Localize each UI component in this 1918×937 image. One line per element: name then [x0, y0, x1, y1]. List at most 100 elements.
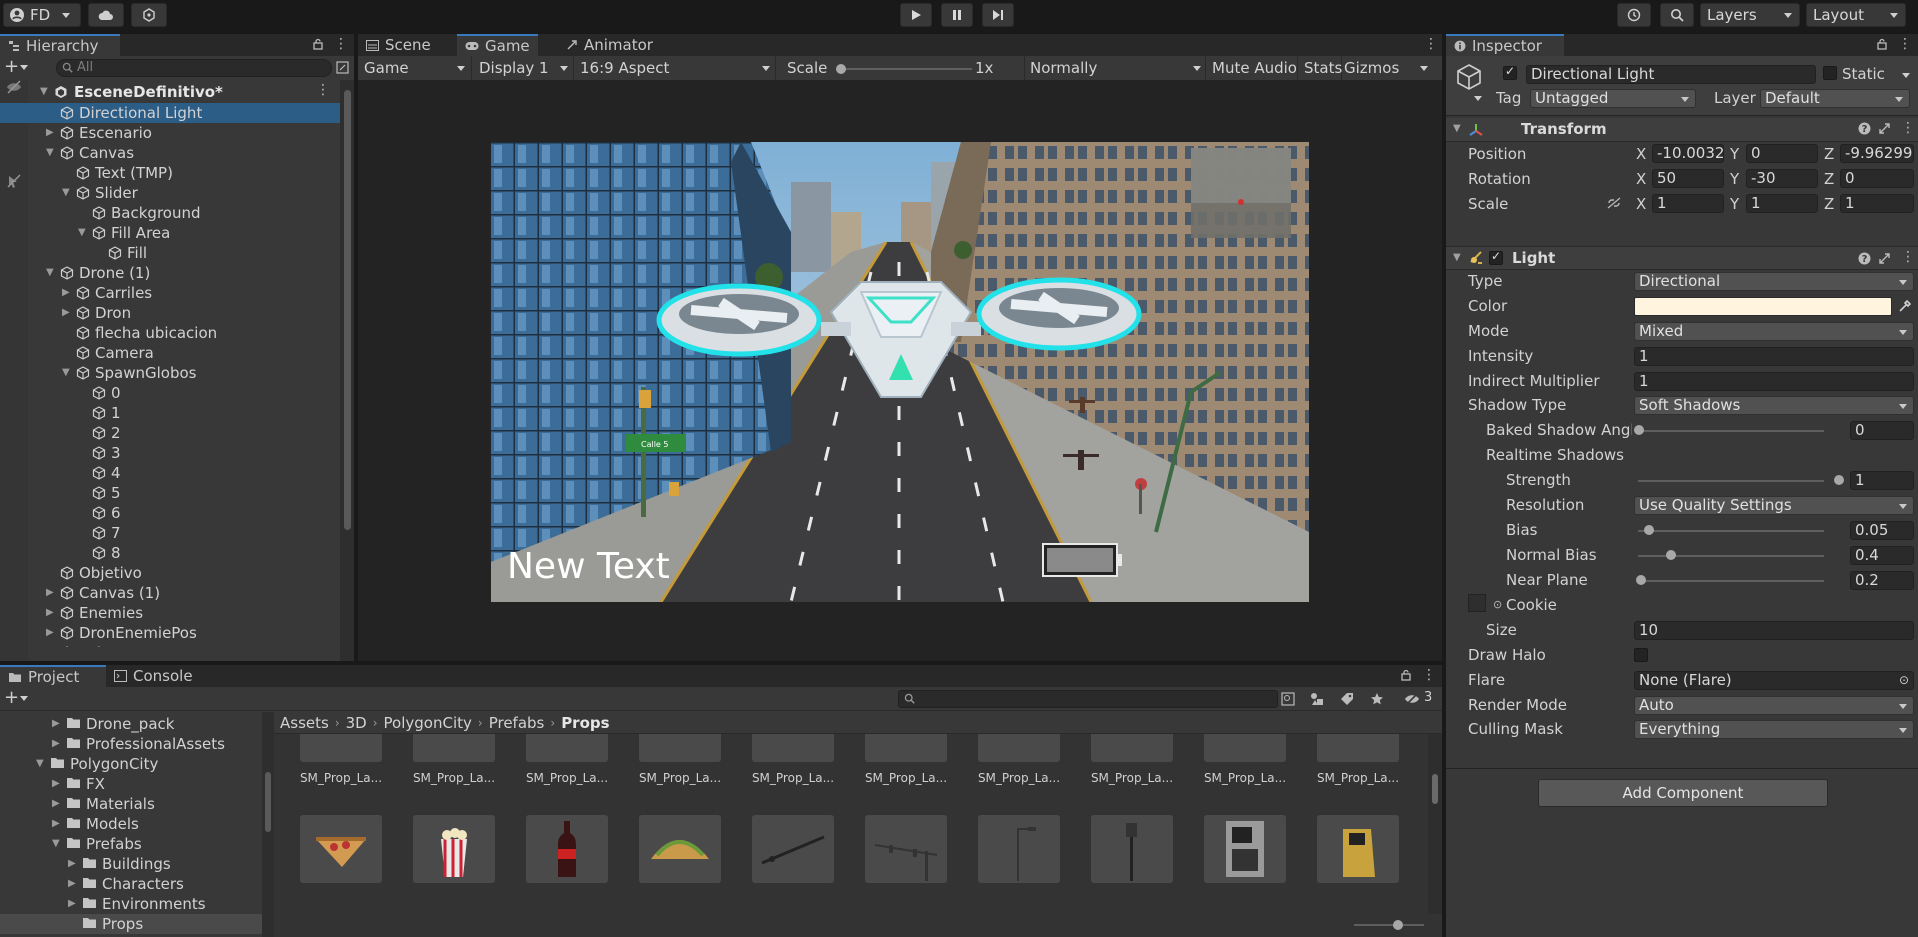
- normal-bias-slider-knob[interactable]: [1666, 550, 1676, 560]
- hierarchy-item[interactable]: 7: [0, 523, 340, 543]
- more-options-icon[interactable]: ⋮: [1901, 120, 1915, 136]
- add-component-button[interactable]: Add Component: [1538, 779, 1828, 807]
- draw-halo-checkbox[interactable]: [1634, 648, 1648, 662]
- cloud-button[interactable]: [88, 3, 124, 27]
- help-icon[interactable]: ?: [1858, 252, 1871, 265]
- hierarchy-item[interactable]: ▶ Enemies: [0, 603, 340, 623]
- eye-hidden-icon[interactable]: [6, 80, 22, 94]
- chevron-right-icon[interactable]: ▶: [52, 819, 62, 829]
- scrollbar-thumb[interactable]: [265, 772, 271, 832]
- help-icon[interactable]: ?: [1858, 122, 1871, 135]
- tab-animator[interactable]: Animator: [558, 34, 661, 56]
- chevron-down-icon[interactable]: [1902, 73, 1910, 78]
- position-x-input[interactable]: -10.0032: [1652, 144, 1724, 163]
- chevron-down-icon[interactable]: ▼: [36, 759, 46, 769]
- folder-item[interactable]: ▶ Environments: [0, 894, 262, 914]
- hierarchy-item[interactable]: ▼ SpawnGlobos: [0, 363, 340, 383]
- more-options-icon[interactable]: ⋮: [334, 36, 348, 52]
- indirect-multiplier-input[interactable]: 1: [1634, 372, 1914, 391]
- scrollbar-thumb[interactable]: [344, 90, 351, 530]
- size-input[interactable]: 10: [1634, 621, 1914, 640]
- hierarchy-item[interactable]: 4: [0, 463, 340, 483]
- layer-dropdown[interactable]: Default: [1760, 89, 1910, 108]
- more-options-icon[interactable]: ⋮: [1422, 667, 1436, 683]
- hierarchy-item[interactable]: 6: [0, 503, 340, 523]
- scale-y-input[interactable]: 1: [1746, 194, 1818, 213]
- near-plane-slider-track[interactable]: [1638, 580, 1824, 582]
- hierarchy-item[interactable]: 0: [0, 383, 340, 403]
- hierarchy-item[interactable]: ▼ Slider: [0, 183, 340, 203]
- light-header[interactable]: ▼ ✓ Light ? ⋮: [1446, 246, 1918, 270]
- hierarchy-item[interactable]: ▶ Dron: [0, 303, 340, 323]
- breadcrumb-polygoncity[interactable]: PolygonCity: [384, 714, 472, 732]
- gameobject-cube-icon[interactable]: [1454, 62, 1484, 92]
- chevron-right-icon[interactable]: ▶: [68, 879, 78, 889]
- more-options-icon[interactable]: ⋮: [1898, 36, 1912, 52]
- add-icon[interactable]: +: [4, 57, 19, 77]
- chevron-right-icon[interactable]: ▶: [62, 288, 72, 298]
- collab-button[interactable]: [131, 3, 167, 27]
- baked-angle-slider-knob[interactable]: [1634, 425, 1644, 435]
- scale-slider-track[interactable]: [842, 68, 972, 70]
- account-button[interactable]: FD: [3, 3, 81, 27]
- gizmos-dropdown[interactable]: Gizmos: [1344, 56, 1442, 80]
- baked-angle-input[interactable]: 0: [1850, 421, 1914, 440]
- breadcrumb-prefabs[interactable]: Prefabs: [489, 714, 545, 732]
- tab-inspector[interactable]: Inspector: [1446, 34, 1564, 56]
- hierarchy-scrollbar[interactable]: [340, 80, 354, 661]
- hierarchy-item[interactable]: Fill: [0, 243, 340, 263]
- asset-thumbnail[interactable]: [637, 815, 723, 883]
- asset-item[interactable]: SM_Prop_La...: [524, 734, 610, 785]
- thumbnail-size-knob[interactable]: [1393, 920, 1403, 930]
- asset-thumbnail[interactable]: [1202, 815, 1288, 883]
- asset-item[interactable]: SM_Prop_La...: [298, 734, 384, 785]
- folder-item[interactable]: ▶ Drone_pack: [0, 714, 262, 734]
- chevron-down-icon[interactable]: [20, 696, 28, 701]
- near-plane-slider-knob[interactable]: [1636, 575, 1646, 585]
- asset-item[interactable]: SM_Prop_La...: [1202, 734, 1288, 785]
- chevron-right-icon[interactable]: ▶: [46, 608, 56, 618]
- hierarchy-search-input[interactable]: All: [56, 59, 332, 77]
- hierarchy-item[interactable]: ▶ DronEnemiePos: [0, 623, 340, 643]
- tab-project[interactable]: Project: [0, 665, 106, 687]
- near-plane-input[interactable]: 0.2: [1850, 571, 1914, 590]
- folder-item[interactable]: ▶ Characters: [0, 874, 262, 894]
- resolution-dropdown[interactable]: Use Quality Settings: [1634, 496, 1914, 515]
- transform-header[interactable]: ▼ Transform ? ⋮: [1446, 118, 1918, 142]
- asset-thumbnail[interactable]: [298, 815, 384, 883]
- folder-item[interactable]: ▼ PolygonCity: [0, 754, 262, 774]
- thumbnail-size-slider[interactable]: [1354, 924, 1424, 926]
- hierarchy-item[interactable]: Camera: [0, 343, 340, 363]
- hierarchy-item[interactable]: Directional Light: [0, 103, 340, 123]
- asset-item[interactable]: SM_Prop_La...: [750, 734, 836, 785]
- hierarchy-item[interactable]: ▼ Fill Area: [0, 223, 340, 243]
- chevron-right-icon[interactable]: ▶: [68, 899, 78, 909]
- position-z-input[interactable]: -9.96299: [1840, 144, 1914, 163]
- project-search-input[interactable]: [898, 690, 1278, 708]
- asset-thumbnail[interactable]: [524, 815, 610, 883]
- hierarchy-item[interactable]: ▶Points car: [0, 643, 340, 647]
- folder-scrollbar[interactable]: [262, 712, 274, 937]
- breadcrumb-3d[interactable]: 3D: [346, 714, 367, 732]
- strength-slider-track[interactable]: [1638, 480, 1824, 482]
- preset-icon[interactable]: [1878, 252, 1891, 265]
- asset-thumbnail[interactable]: [411, 815, 497, 883]
- chevron-down-icon[interactable]: ▼: [46, 268, 56, 278]
- scale-z-input[interactable]: 1: [1840, 194, 1914, 213]
- game-render[interactable]: Calle 5 New Text: [491, 142, 1309, 602]
- active-checkbox[interactable]: ✓: [1503, 64, 1517, 80]
- chevron-right-icon[interactable]: ▶: [52, 739, 62, 749]
- normal-bias-input[interactable]: 0.4: [1850, 546, 1914, 565]
- history-button[interactable]: [1617, 3, 1651, 27]
- scene-visibility-icon[interactable]: [336, 61, 349, 74]
- hierarchy-item[interactable]: 2: [0, 423, 340, 443]
- filter-type-icon[interactable]: [1310, 692, 1324, 706]
- hierarchy-item[interactable]: 3: [0, 443, 340, 463]
- asset-item[interactable]: SM_Prop_La...: [637, 734, 723, 785]
- asset-thumbnail[interactable]: [1089, 815, 1175, 883]
- stats-toggle[interactable]: Stats: [1300, 56, 1342, 80]
- strength-input[interactable]: 1: [1850, 471, 1914, 490]
- asset-thumbnail[interactable]: [1315, 815, 1401, 883]
- light-mode-dropdown[interactable]: Mixed: [1634, 322, 1914, 341]
- hierarchy-item[interactable]: flecha ubicacion: [0, 323, 340, 343]
